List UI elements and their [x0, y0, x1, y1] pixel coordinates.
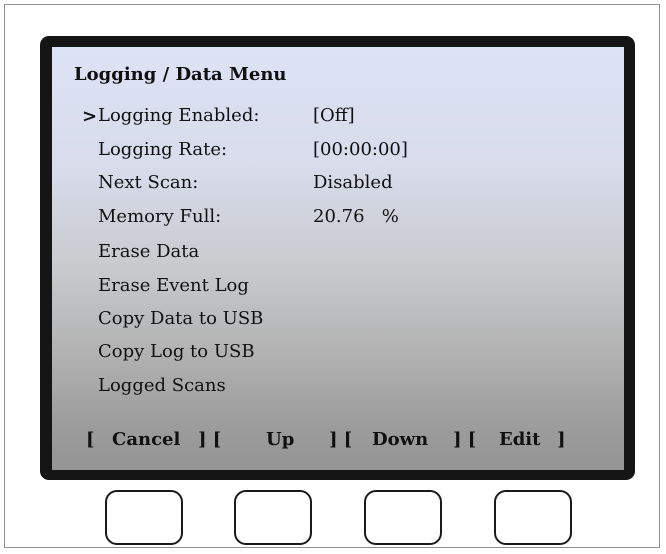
hardware-button-edit[interactable] [494, 490, 572, 545]
softkey-bracket: [ [86, 429, 95, 450]
menu-item-label: Memory Full: [98, 206, 222, 227]
softkey-separator: ] [ [453, 429, 477, 450]
menu-item-logging-enabled[interactable]: Logging Enabled: [Off] [52, 105, 624, 135]
menu-item-label: Erase Event Log [98, 275, 249, 296]
menu-item-label: Copy Log to USB [98, 341, 255, 362]
softkey-cancel[interactable]: Cancel [112, 429, 180, 450]
menu-item-memory-full[interactable]: Memory Full: 20.76 % [52, 206, 624, 236]
menu-item-logged-scans[interactable]: Logged Scans [52, 375, 624, 405]
menu-item-value: [00:00:00] [313, 139, 408, 160]
menu-item-value: 20.76 % [313, 206, 399, 227]
softkey-bracket: ] [557, 429, 566, 450]
menu-item-label: Next Scan: [98, 172, 199, 193]
menu-item-value: [Off] [313, 105, 355, 126]
menu-item-next-scan[interactable]: Next Scan: Disabled [52, 172, 624, 202]
menu-item-copy-data-to-usb[interactable]: Copy Data to USB [52, 308, 624, 338]
softkey-down[interactable]: Down [372, 429, 428, 450]
hardware-button-cancel[interactable] [105, 490, 183, 545]
menu-item-value: Disabled [313, 172, 393, 193]
menu-item-label: Logged Scans [98, 375, 226, 396]
lcd-screen: Logging / Data Menu > Logging Enabled: [… [52, 47, 624, 470]
menu-item-erase-data[interactable]: Erase Data [52, 241, 624, 271]
softkey-separator: ] [ [329, 429, 353, 450]
menu-item-label: Erase Data [98, 241, 200, 262]
menu-title: Logging / Data Menu [74, 64, 287, 85]
softkey-up[interactable]: Up [266, 429, 294, 450]
menu-item-label: Logging Enabled: [98, 105, 260, 126]
menu-item-label: Copy Data to USB [98, 308, 264, 329]
softkey-separator: ] [ [198, 429, 222, 450]
menu-item-erase-event-log[interactable]: Erase Event Log [52, 275, 624, 305]
menu-item-label: Logging Rate: [98, 139, 228, 160]
softkey-bar: [ Cancel ] [ Up ] [ Down ] [ Edit ] [86, 429, 616, 457]
hardware-button-down[interactable] [364, 490, 442, 545]
menu-item-copy-log-to-usb[interactable]: Copy Log to USB [52, 341, 624, 371]
softkey-edit[interactable]: Edit [499, 429, 540, 450]
hardware-button-up[interactable] [234, 490, 312, 545]
menu-item-logging-rate[interactable]: Logging Rate: [00:00:00] [52, 139, 624, 169]
